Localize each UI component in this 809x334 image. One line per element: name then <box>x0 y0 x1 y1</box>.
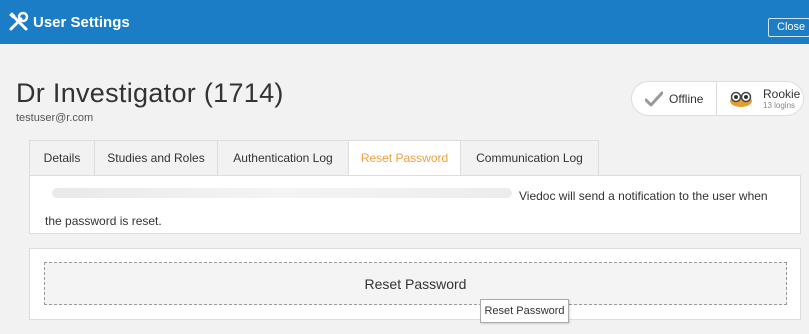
owl-icon <box>729 91 753 107</box>
info-text-line1: Viedoc will send a notification to the u… <box>519 189 768 203</box>
tab-reset-password[interactable]: Reset Password <box>348 140 460 176</box>
online-status-label: Offline <box>669 92 704 106</box>
rank-label: Rookie <box>763 87 801 101</box>
close-button[interactable]: Close <box>768 18 809 37</box>
status-divider <box>716 82 717 115</box>
tab-studies-and-roles[interactable]: Studies and Roles <box>94 140 217 176</box>
info-panel: Viedoc will send a notification to the u… <box>29 175 801 234</box>
redacted-text <box>52 188 512 198</box>
logins-count: 13 logins <box>763 101 796 110</box>
tab-details[interactable]: Details <box>29 140 94 176</box>
user-name: Dr Investigator (1714) <box>16 78 284 108</box>
tab-communication-log[interactable]: Communication Log <box>460 140 599 176</box>
tooltip: Reset Password <box>480 299 569 323</box>
tab-authentication-log[interactable]: Authentication Log <box>217 140 348 176</box>
action-panel: Reset Password <box>29 248 801 320</box>
tab-bar: Details Studies and Roles Authentication… <box>29 140 599 176</box>
user-email: testuser@r.com <box>16 112 94 124</box>
info-text-line2: the password is reset. <box>45 214 162 228</box>
reset-password-button[interactable]: Reset Password <box>44 262 787 305</box>
user-status-box: Offline Rookie 13 logins <box>631 81 804 116</box>
check-icon <box>644 91 664 107</box>
window-title: User Settings <box>33 14 130 31</box>
title-bar: User Settings Close <box>0 0 809 44</box>
wrench-screwdriver-icon <box>8 11 30 33</box>
